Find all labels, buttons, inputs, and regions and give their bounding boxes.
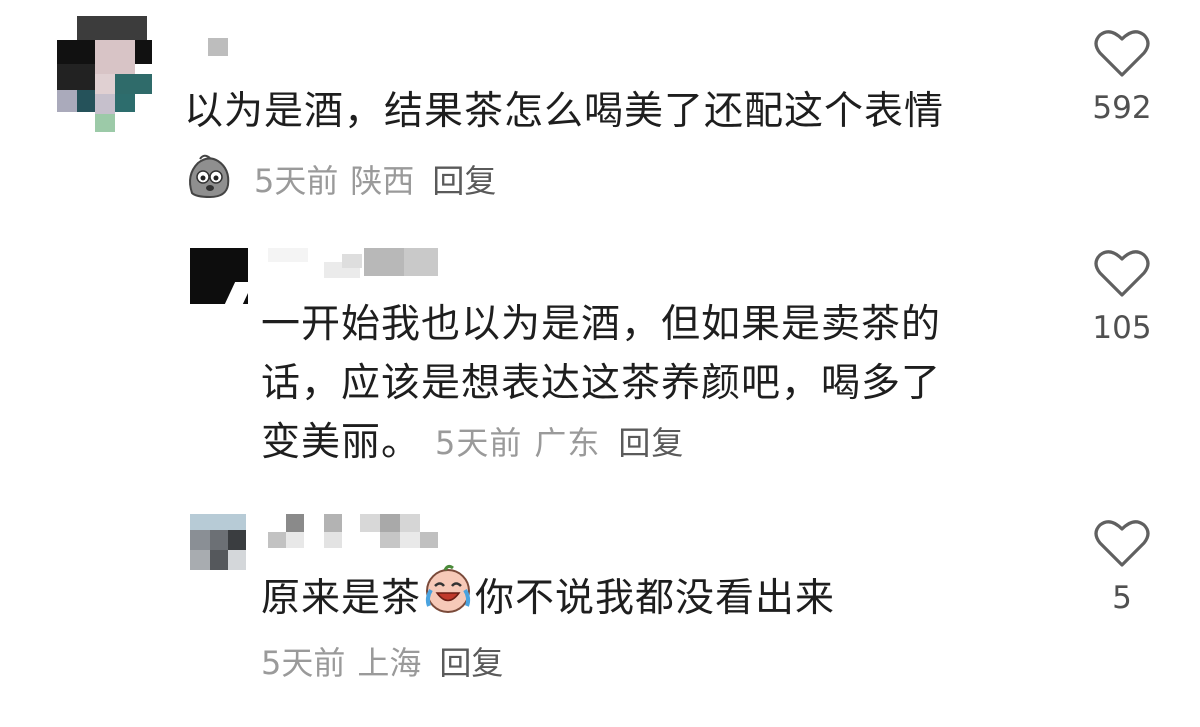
avatar[interactable] xyxy=(190,248,248,304)
reply-button[interactable]: 回复 xyxy=(432,161,496,201)
comment-text-line-1: 一开始我也以为是酒，但如果是卖茶的 xyxy=(261,302,942,347)
like-button[interactable]: 592 xyxy=(1087,28,1157,126)
comment-text-start: 原来是茶 xyxy=(261,575,422,621)
comment-text-end: 你不说我都没看出来 xyxy=(475,575,836,621)
comment-time: 5天前 xyxy=(435,424,523,462)
like-button[interactable]: 5 xyxy=(1087,518,1157,616)
heart-icon xyxy=(1087,518,1157,568)
comment-time: 5天前 xyxy=(254,161,339,200)
like-count: 5 xyxy=(1112,580,1132,616)
comment-time: 5天前 xyxy=(261,644,346,682)
comment-location: 广东 xyxy=(534,424,601,462)
gray-blob-sticker-icon xyxy=(184,153,234,208)
username[interactable] xyxy=(208,38,228,56)
reply-button[interactable]: 回复 xyxy=(618,412,684,474)
comment-text-line-3: 变美丽。 xyxy=(261,420,422,465)
like-button[interactable]: 105 xyxy=(1087,248,1157,346)
avatar[interactable] xyxy=(57,16,152,132)
crying-laughing-face-icon xyxy=(423,564,473,633)
heart-icon xyxy=(1087,28,1157,78)
reply-button[interactable]: 回复 xyxy=(439,643,503,683)
avatar[interactable] xyxy=(190,514,246,570)
like-count: 592 xyxy=(1092,90,1152,126)
heart-icon xyxy=(1087,248,1157,298)
comment-location: 上海 xyxy=(357,644,422,682)
username[interactable] xyxy=(268,514,438,550)
comment-location: 陕西 xyxy=(350,161,415,200)
comment-text-line-2: 话，应该是想表达这茶养颜吧，喝多了 xyxy=(261,361,942,406)
username[interactable] xyxy=(268,248,438,280)
like-count: 105 xyxy=(1092,310,1152,346)
comment-text: 以为是酒，结果茶怎么喝美了还配这个表情 xyxy=(184,89,945,134)
